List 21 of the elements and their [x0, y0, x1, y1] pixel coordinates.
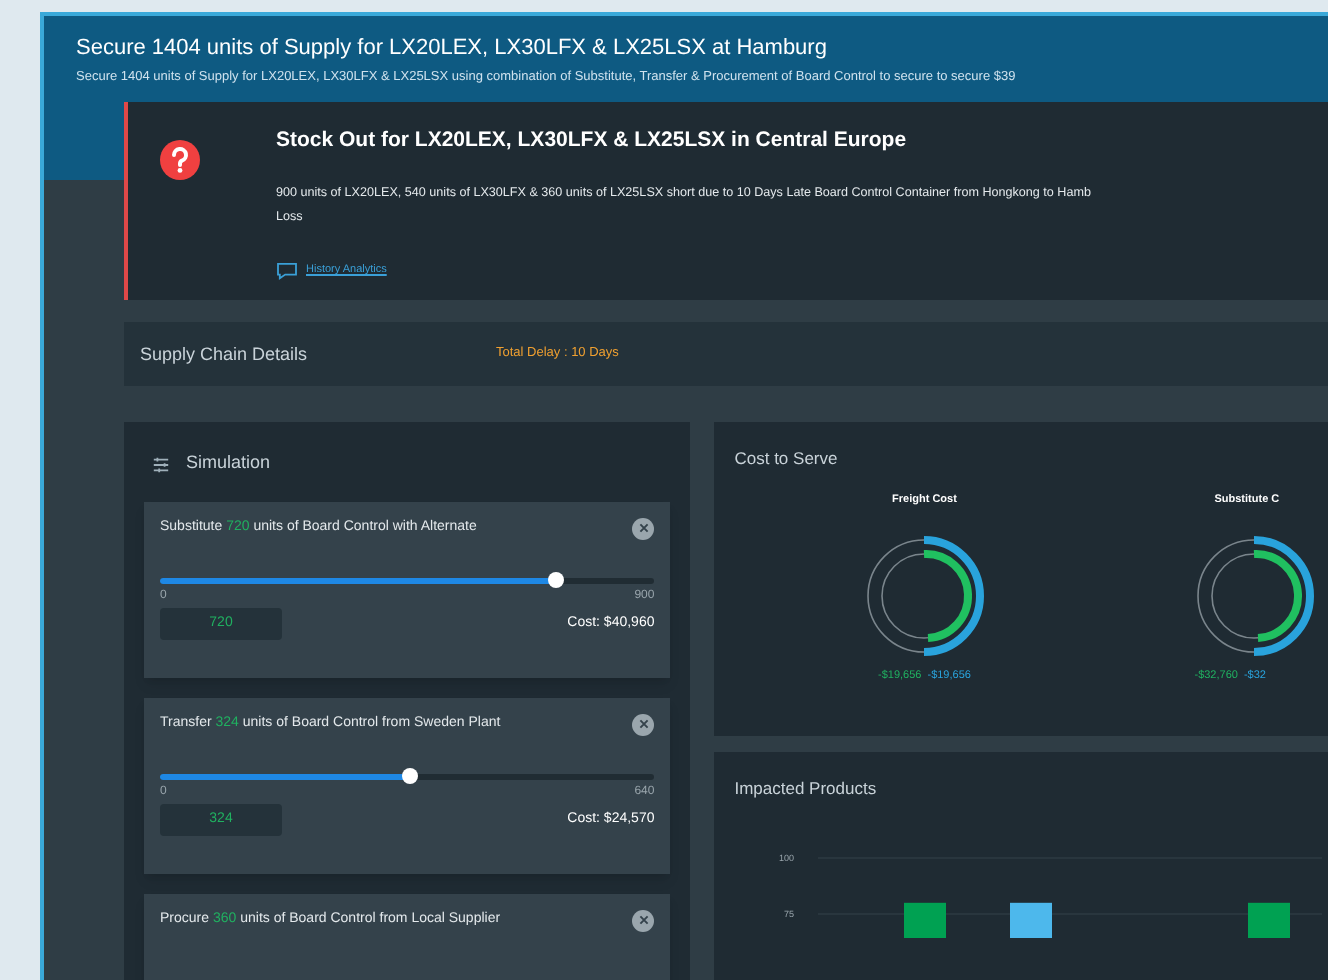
slider-thumb[interactable] — [402, 768, 419, 785]
close-icon — [637, 718, 650, 731]
question-icon — [160, 140, 200, 181]
chat-icon — [276, 262, 298, 280]
close-icon — [637, 914, 650, 927]
close-button[interactable] — [632, 713, 655, 736]
sliders-icon — [152, 455, 170, 473]
panel-title: Simulation — [186, 450, 271, 477]
slider-track[interactable] — [160, 773, 655, 780]
slider-track[interactable] — [160, 577, 655, 584]
close-button[interactable] — [632, 909, 655, 932]
section-title: Supply Chain Details — [140, 341, 310, 368]
alert-title: Stock Out for LX20LEX, LX30LFX & LX25LSX in Central Europe — [276, 126, 909, 157]
page-title: Secure 1404 units of Supply for LX20LEX, LX30LFX & LX25LSX at Hamburg — [76, 34, 827, 64]
donut-gauge-drawing — [864, 536, 985, 657]
close-icon — [637, 522, 650, 535]
panel-title: Cost to Serve — [734, 446, 840, 472]
panel-title: Impacted Products — [734, 776, 879, 802]
close-button[interactable] — [632, 517, 655, 540]
slider-thumb[interactable] — [547, 572, 564, 589]
donut-gauge-drawing — [1194, 536, 1315, 657]
